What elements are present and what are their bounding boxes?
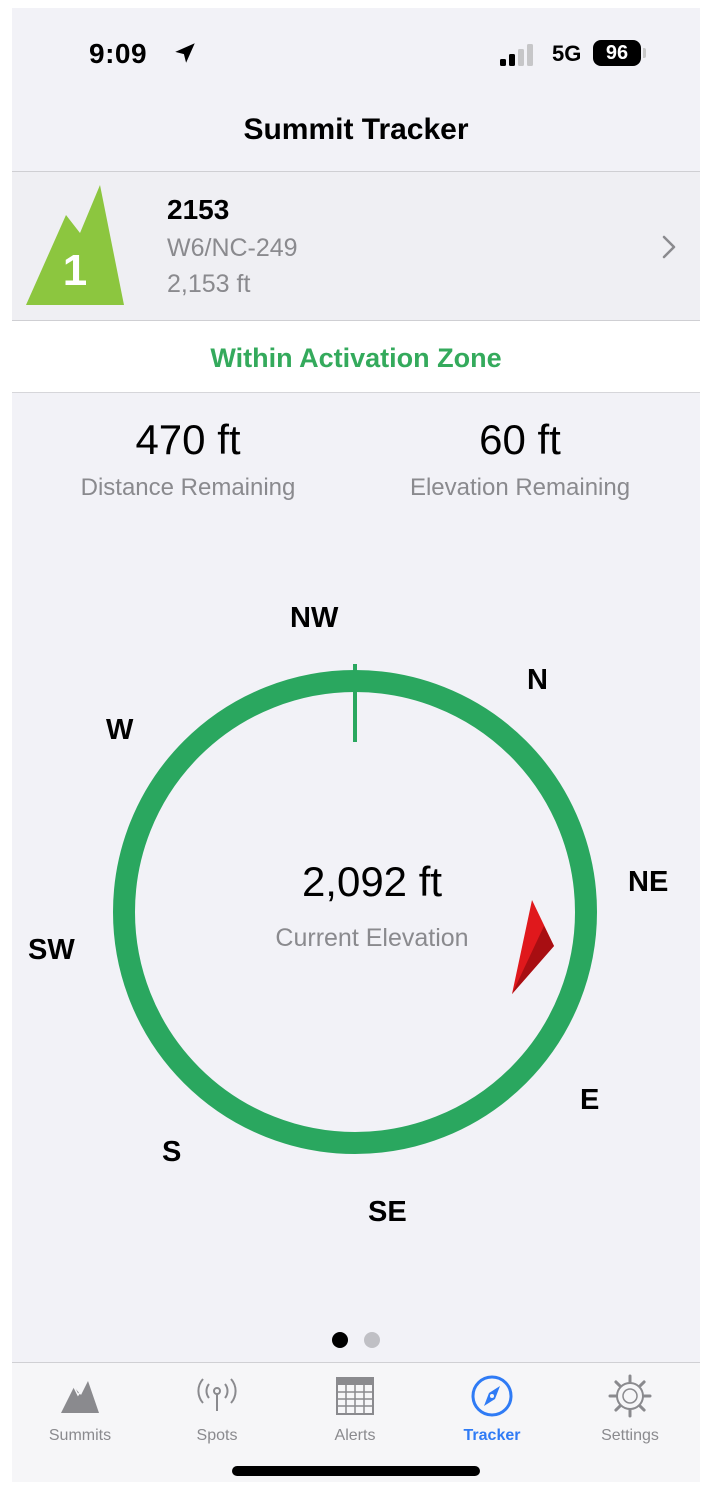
home-indicator[interactable]	[232, 1466, 480, 1476]
antenna-icon	[197, 1378, 237, 1411]
signal-strength-icon	[500, 44, 533, 66]
summit-row[interactable]: 1 2153 W6/NC-249 2,153 ft	[12, 172, 700, 320]
gear-icon	[608, 1374, 652, 1418]
tab-label: Spots	[196, 1427, 238, 1444]
elevation-remaining-label: Elevation Remaining	[409, 474, 631, 501]
tab-tracker[interactable]: Tracker	[432, 1373, 552, 1453]
mountain-icon	[61, 1381, 99, 1413]
compass-dial	[113, 664, 597, 1154]
tab-label: Summits	[48, 1427, 112, 1444]
compass-label-se: SE	[368, 1196, 407, 1228]
summit-points-badge: 1	[62, 246, 88, 295]
current-elevation-label: Current Elevation	[275, 924, 469, 952]
compass-icon	[471, 1375, 513, 1417]
tab-spots[interactable]: Spots	[157, 1373, 277, 1453]
tab-bar: Summits Spots Alerts Tracker Settings	[12, 1362, 700, 1482]
compass-label-nw: NW	[290, 602, 339, 634]
compass-label-w: W	[106, 714, 134, 746]
current-elevation-value: 2,092 ft	[301, 858, 443, 905]
distance-remaining-label: Distance Remaining	[80, 474, 296, 501]
calendar-icon	[336, 1377, 374, 1415]
page-dot-active[interactable]	[332, 1332, 348, 1348]
tab-settings[interactable]: Settings	[570, 1373, 690, 1453]
app-screen: 9:09 5G 96 Summit Tracker 1 2153 W6/NC-2…	[12, 8, 700, 1482]
tab-alerts[interactable]: Alerts	[295, 1373, 415, 1453]
distance-remaining-value: 470 ft	[135, 416, 241, 463]
page-title: Summit Tracker	[243, 113, 469, 146]
summit-reference: W6/NC-249	[167, 234, 298, 262]
status-time: 9:09	[89, 38, 148, 69]
network-type: 5G	[552, 41, 582, 66]
summit-elevation: 2,153 ft	[167, 270, 251, 298]
page-dot[interactable]	[364, 1332, 380, 1348]
elevation-remaining-stat: 60 ft Elevation Remaining	[370, 416, 670, 502]
activation-zone-banner: Within Activation Zone	[12, 321, 700, 393]
battery-tip	[643, 48, 646, 58]
compass-label-n: N	[527, 664, 548, 696]
compass-label-e: E	[580, 1084, 600, 1116]
location-arrow-icon	[175, 43, 195, 63]
distance-remaining-stat: 470 ft Distance Remaining	[38, 416, 338, 502]
activation-zone-status: Within Activation Zone	[210, 343, 502, 373]
tab-label: Tracker	[463, 1427, 521, 1444]
elevation-remaining-value: 60 ft	[479, 416, 561, 463]
compass-ring	[113, 670, 597, 1154]
compass-label-s: S	[162, 1136, 182, 1168]
tab-label: Settings	[601, 1427, 659, 1444]
status-bar: 9:09 5G 96	[12, 8, 700, 98]
tab-label: Alerts	[334, 1427, 376, 1444]
summit-name: 2153	[167, 194, 230, 225]
chevron-right-icon	[662, 235, 676, 259]
battery-icon: 96	[593, 40, 641, 66]
tab-summits[interactable]: Summits	[20, 1373, 140, 1453]
